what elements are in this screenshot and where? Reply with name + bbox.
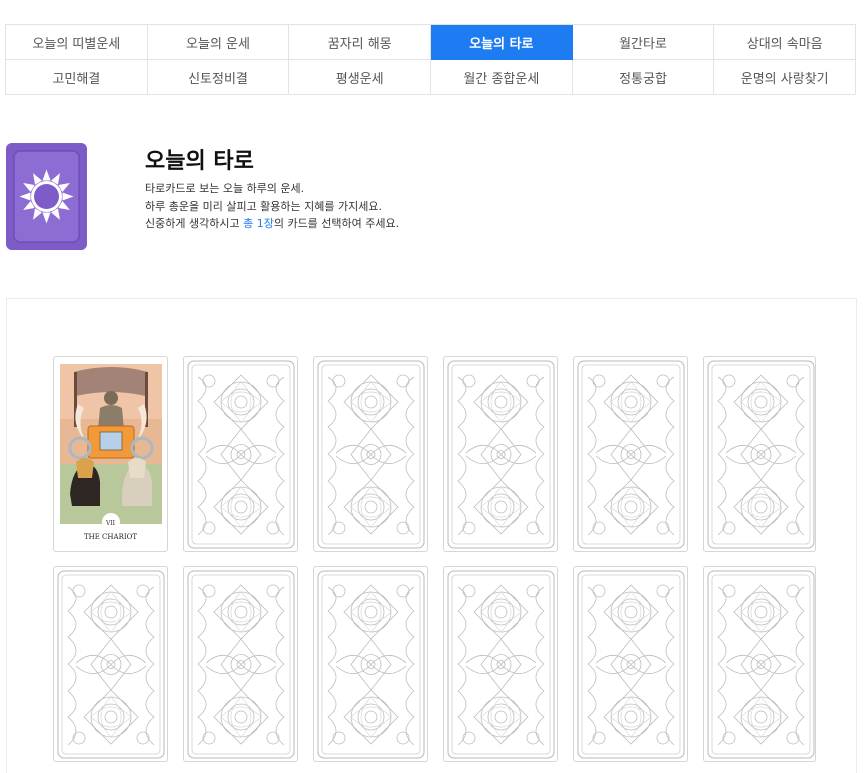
mandala-card-back-icon — [447, 360, 555, 549]
menu-item-monthly-total-fortune[interactable]: 월간 종합운세 — [431, 60, 573, 95]
description-line-3: 신중하게 생각하시고 총 1장의 카드를 선택하여 주세요. — [145, 215, 399, 233]
card-numeral: VII — [105, 520, 116, 527]
description-line-2: 하루 총운을 미리 살피고 활용하는 지혜를 가지세요. — [145, 199, 382, 213]
description-line-3-prefix: 신중하게 생각하시고 — [145, 217, 244, 230]
fortune-menu-row-2: 고민해결 신토정비결 평생운세 월간 종합운세 정통궁합 운명의 사랑찾기 — [6, 60, 857, 95]
menu-item-problem-solving[interactable]: 고민해결 — [6, 60, 148, 95]
menu-item-monthly-tarot[interactable]: 월간타로 — [572, 25, 715, 60]
tarot-card-revealed[interactable]: VII THE CHARIOT — [53, 356, 168, 552]
menu-item-tojeong[interactable]: 신토정비결 — [147, 60, 290, 95]
mandala-card-back-icon — [577, 570, 685, 759]
tarot-card-facedown[interactable] — [53, 566, 168, 762]
tarot-card-facedown[interactable] — [183, 356, 298, 552]
mandala-card-back-icon — [317, 360, 425, 549]
mandala-card-back-icon — [577, 360, 685, 549]
mandala-card-back-icon — [317, 570, 425, 759]
mandala-card-back-icon — [187, 570, 295, 759]
tarot-card-facedown[interactable] — [183, 566, 298, 762]
menu-item-lifetime-fortune[interactable]: 평생운세 — [289, 60, 432, 95]
page-title: 오늘의 타로 — [145, 149, 254, 174]
tarot-card-panel: VII THE CHARIOT — [6, 298, 857, 773]
menu-item-today-fortune[interactable]: 오늘의 운세 — [147, 25, 290, 60]
description-line-1: 타로카드로 보는 오늘 하루의 운세. — [145, 182, 305, 195]
mandala-card-back-icon — [187, 360, 295, 549]
mandala-card-back-icon — [707, 360, 815, 549]
tarot-card-facedown[interactable] — [443, 356, 558, 552]
menu-item-find-love[interactable]: 운명의 사랑찾기 — [714, 60, 857, 95]
tarot-card-facedown[interactable] — [443, 566, 558, 762]
menu-item-today-tarot[interactable]: 오늘의 타로 — [431, 25, 573, 60]
menu-item-partner-mind[interactable]: 상대의 속마음 — [714, 25, 857, 60]
tarot-card-facedown[interactable] — [313, 356, 428, 552]
menu-item-dream-interpretation[interactable]: 꿈자리 해몽 — [289, 25, 432, 60]
mandala-card-back-icon — [57, 570, 165, 759]
mandala-card-back-icon — [447, 570, 555, 759]
tarot-card-facedown[interactable] — [703, 566, 816, 762]
mandala-card-back-icon — [707, 570, 815, 759]
chariot-illustration — [60, 364, 162, 524]
tarot-card-facedown[interactable] — [573, 566, 688, 762]
card-name: THE CHARIOT — [83, 533, 138, 541]
card-count-highlight: 총 1장 — [243, 217, 274, 230]
tarot-card-facedown[interactable] — [703, 356, 816, 552]
menu-item-zodiac-fortune[interactable]: 오늘의 띠별운세 — [6, 25, 148, 60]
tarot-card-facedown[interactable] — [573, 356, 688, 552]
description-line-3-suffix: 의 카드를 선택하여 주세요. — [273, 217, 400, 230]
sun-tarot-icon — [6, 143, 87, 250]
menu-item-compatibility[interactable]: 정통궁합 — [572, 60, 715, 95]
tarot-card-facedown[interactable] — [313, 566, 428, 762]
page-description: 타로카드로 보는 오늘 하루의 운세. 하루 총운을 미리 살피고 활용하는 지… — [145, 180, 399, 233]
fortune-menu: 오늘의 띠별운세 오늘의 운세 꿈자리 해몽 오늘의 타로 월간타로 상대의 속… — [5, 24, 857, 95]
fortune-menu-row-1: 오늘의 띠별운세 오늘의 운세 꿈자리 해몽 오늘의 타로 월간타로 상대의 속… — [6, 25, 857, 60]
